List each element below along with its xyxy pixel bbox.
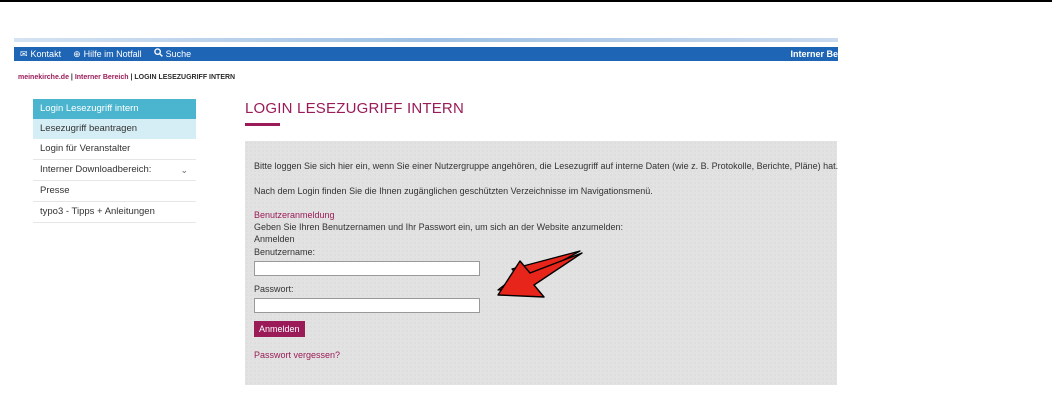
sidebar-item-downloads[interactable]: Interner Downloadbereich: ⌄ <box>33 160 196 181</box>
breadcrumb-internal[interactable]: Interner Bereich <box>75 74 129 81</box>
forgot-password-link[interactable]: Passwort vergessen? <box>254 350 340 360</box>
intro-text: Bitte loggen Sie sich hier ein, wenn Sie… <box>254 161 839 171</box>
username-label: Benutzername: <box>254 247 316 257</box>
contact-link[interactable]: ✉ Kontakt <box>20 47 61 61</box>
sidebar-item-label: Interner Downloadbereich: <box>40 164 152 175</box>
login-legend: Anmelden <box>254 234 295 244</box>
sidebar-item-request-access[interactable]: Lesezugriff beantragen <box>33 119 196 139</box>
emergency-label: Hilfe im Notfall <box>83 49 142 59</box>
envelope-icon: ✉ <box>20 49 28 59</box>
password-field[interactable] <box>254 298 480 313</box>
title-underline <box>245 123 280 126</box>
login-description: Geben Sie Ihren Benutzernamen und Ihr Pa… <box>254 222 624 232</box>
page: ✉ Kontakt ⊕ Hilfe im Notfall Suche Inter… <box>0 0 1052 414</box>
password-label: Passwort: <box>254 284 294 294</box>
red-arrow-icon <box>497 250 583 298</box>
login-section-heading: Benutzeranmeldung <box>254 210 335 220</box>
after-login-text: Nach dem Login finden Sie die Ihnen zugä… <box>254 186 653 196</box>
sidebar-item-typo3-tips[interactable]: typo3 - Tipps + Anleitungen <box>33 202 196 223</box>
search-label: Suche <box>165 49 192 59</box>
sidebar-nav: Login Lesezugriff intern Lesezugriff bea… <box>33 99 196 223</box>
internal-area-link[interactable]: Interner Be <box>790 47 838 61</box>
sidebar-item-press[interactable]: Presse <box>33 181 196 202</box>
lifebuoy-icon: ⊕ <box>73 49 81 59</box>
emergency-help-link[interactable]: ⊕ Hilfe im Notfall <box>73 47 142 61</box>
contact-label: Kontakt <box>30 49 62 59</box>
header-decoration <box>14 38 838 42</box>
login-button[interactable]: Anmelden <box>254 321 305 337</box>
breadcrumb-current: LOGIN LESEZUGRIFF INTERN <box>134 74 236 81</box>
magnifier-icon <box>153 47 163 61</box>
sidebar-item-login-organizer[interactable]: Login für Veranstalter <box>33 139 196 160</box>
breadcrumb-home[interactable]: meinekirche.de <box>18 74 69 81</box>
chevron-down-icon[interactable]: ⌄ <box>180 160 188 180</box>
username-field[interactable] <box>254 261 480 276</box>
search-link[interactable]: Suche <box>153 47 192 61</box>
main-content: LOGIN LESEZUGRIFF INTERN Bitte loggen Si… <box>245 98 838 385</box>
page-title: LOGIN LESEZUGRIFF INTERN <box>245 100 464 117</box>
breadcrumb: meinekirche.de | Interner Bereich | LOGI… <box>18 74 235 81</box>
sidebar-item-login-intern[interactable]: Login Lesezugriff intern <box>33 99 196 119</box>
service-bar: ✉ Kontakt ⊕ Hilfe im Notfall Suche Inter… <box>14 47 838 61</box>
